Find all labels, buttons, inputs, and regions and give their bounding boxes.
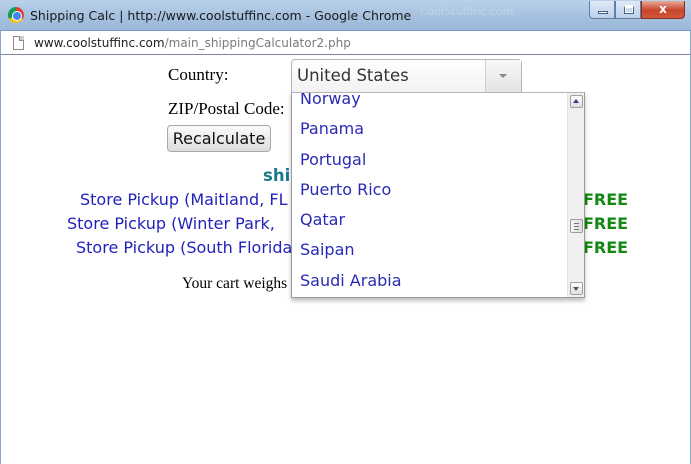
dropdown-scrollbar[interactable] <box>567 93 584 297</box>
country-label: Country: <box>168 65 229 84</box>
shipping-option-price: FREE <box>583 214 629 233</box>
chevron-down-icon <box>499 74 507 78</box>
shipping-option-price: FREE <box>583 238 629 257</box>
scroll-up-arrow-icon[interactable] <box>570 95 583 108</box>
recalculate-button[interactable]: Recalculate <box>167 125 271 152</box>
shipping-option-name[interactable]: Store Pickup (Maitland, FL <box>80 190 287 209</box>
window-controls: x <box>589 1 685 20</box>
address-bar[interactable]: www.coolstuffinc.com/main_shippingCalcul… <box>0 31 691 55</box>
url-host: www.coolstuffinc.com <box>34 36 165 50</box>
dropdown-option[interactable]: Puerto Rico <box>292 175 568 205</box>
country-select-value: United States <box>297 66 409 85</box>
shipping-option-name[interactable]: Store Pickup (South Florida <box>76 238 292 257</box>
cart-weight-text: Your cart weighs a <box>182 275 298 292</box>
zip-label: ZIP/Postal Code: <box>168 99 285 118</box>
select-toggle[interactable] <box>485 60 521 92</box>
scrollbar-thumb[interactable] <box>570 219 583 233</box>
window-title: Shipping Calc | http://www.coolstuffinc.… <box>30 8 412 23</box>
dropdown-option[interactable]: Saipan <box>292 235 568 265</box>
maximize-icon <box>624 5 634 14</box>
shipping-option-name[interactable]: Store Pickup (Winter Park, <box>67 214 275 233</box>
url-path: /main_shippingCalculator2.php <box>164 36 351 50</box>
page-icon <box>13 36 24 50</box>
window-titlebar[interactable]: Shipping Calc | http://www.coolstuffinc.… <box>0 0 691 31</box>
close-button[interactable]: x <box>641 1 685 19</box>
background-window-title: CoolStuffInc.com <box>420 5 514 18</box>
dropdown-option[interactable]: Portugal <box>292 145 568 175</box>
scroll-down-arrow-icon[interactable] <box>570 282 583 295</box>
close-icon: x <box>659 2 667 16</box>
country-select[interactable]: United States <box>291 59 522 93</box>
minimize-button[interactable] <box>589 1 615 19</box>
dropdown-option[interactable]: Qatar <box>292 205 568 235</box>
maximize-button[interactable] <box>615 1 641 19</box>
country-dropdown-list[interactable]: Norway Panama Portugal Puerto Rico Qatar… <box>291 92 585 298</box>
dropdown-option[interactable]: Saudi Arabia <box>292 266 568 296</box>
dropdown-option[interactable]: Panama <box>292 114 568 144</box>
dropdown-option[interactable]: Norway <box>292 93 568 114</box>
chrome-logo-icon <box>8 7 24 23</box>
dropdown-options: Norway Panama Portugal Puerto Rico Qatar… <box>292 93 568 296</box>
shipping-option-price: FREE <box>583 190 629 209</box>
url-text[interactable]: www.coolstuffinc.com/main_shippingCalcul… <box>34 36 351 50</box>
minimize-icon <box>598 11 608 14</box>
